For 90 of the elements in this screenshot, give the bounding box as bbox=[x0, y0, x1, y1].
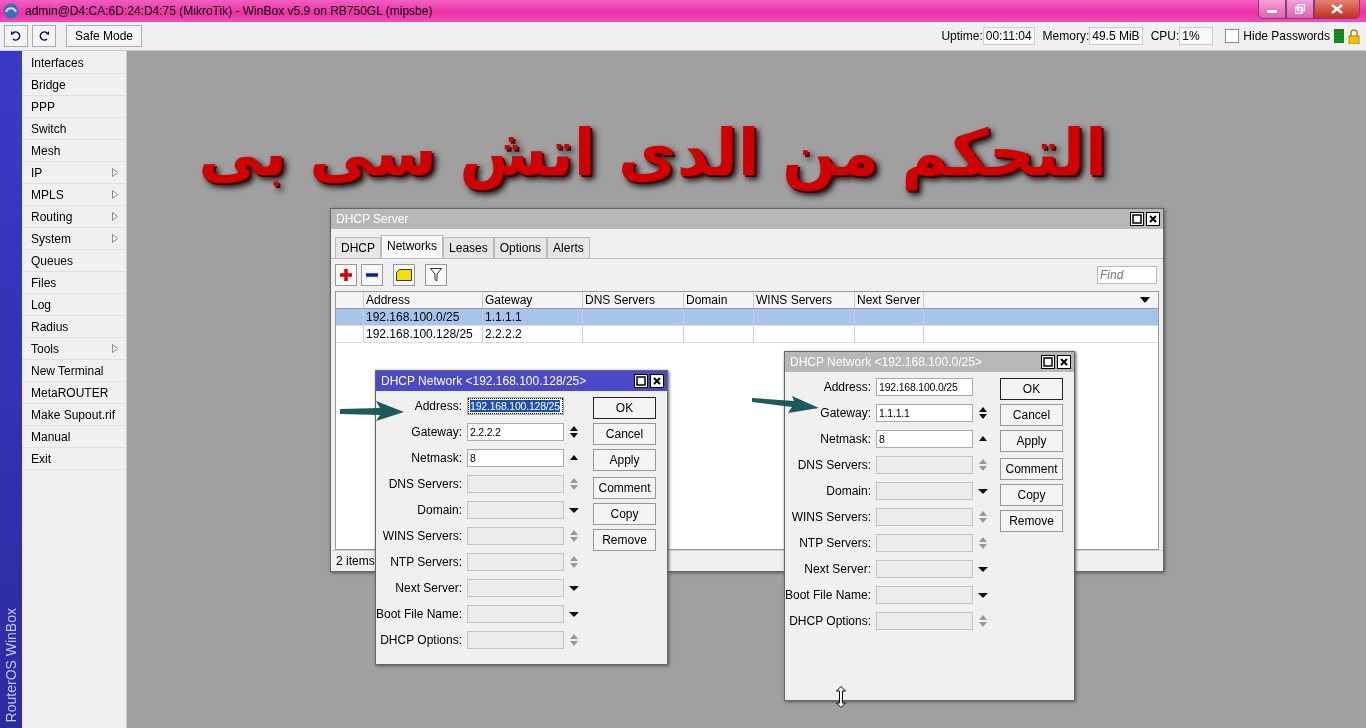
dialog-button[interactable]: Copy bbox=[593, 503, 656, 525]
safe-mode-button[interactable]: Safe Mode bbox=[66, 25, 143, 47]
table-row[interactable]: 192.168.100.0/25 1.1.1.1 bbox=[336, 309, 1158, 326]
caption-overlay: التحكم من الدى اتش سى بى bbox=[197, 115, 1108, 193]
cpu-value: 1% bbox=[1179, 27, 1214, 45]
dialog-button[interactable]: Apply bbox=[593, 449, 656, 471]
dialog-button[interactable]: Comment bbox=[593, 477, 656, 499]
menu-item[interactable]: Log bbox=[22, 294, 126, 316]
dialog-button[interactable]: Copy bbox=[1000, 484, 1063, 506]
field-label: WINS Servers: bbox=[790, 510, 872, 524]
find-field[interactable]: Find bbox=[1097, 266, 1157, 284]
dialog-title: DHCP Server bbox=[336, 212, 409, 226]
tab[interactable]: DHCP bbox=[335, 237, 381, 258]
field-label: NTP Servers: bbox=[389, 555, 463, 569]
dialog-button[interactable]: Remove bbox=[1000, 510, 1063, 532]
dialog-title: DHCP Network <192.168.100.0/25> bbox=[790, 355, 982, 369]
tab[interactable]: Options bbox=[493, 237, 548, 258]
field-label: DHCP Options: bbox=[379, 633, 463, 647]
hide-passwords-label: Hide Passwords bbox=[1243, 29, 1330, 43]
menu-item[interactable]: Queues bbox=[22, 250, 126, 272]
menu-item[interactable]: MPLS bbox=[22, 184, 126, 206]
tab[interactable]: Leases bbox=[443, 237, 494, 258]
dialog-button[interactable]: Remove bbox=[593, 529, 656, 551]
field-label: WINS Servers: bbox=[381, 529, 463, 543]
memory-label: Memory: bbox=[1042, 29, 1090, 43]
uptime-label: Uptime: bbox=[941, 29, 983, 43]
input-field[interactable]: 2.2.2.2 bbox=[467, 423, 564, 441]
field-label: Domain: bbox=[416, 503, 463, 517]
menu-item[interactable]: Tools bbox=[22, 338, 126, 360]
column-header[interactable]: DNS Servers bbox=[583, 292, 684, 308]
menu-item[interactable]: IP bbox=[22, 162, 126, 184]
input-field[interactable]: 1.1.1.1 bbox=[876, 404, 973, 422]
column-header[interactable]: Next Server bbox=[855, 292, 924, 308]
field-label: DNS Servers: bbox=[387, 477, 463, 491]
field-label: Netmask: bbox=[410, 451, 463, 465]
menu-item[interactable]: Mesh bbox=[22, 140, 126, 162]
menu-item[interactable]: Make Supout.rif bbox=[22, 404, 126, 426]
menu-item[interactable]: New Terminal bbox=[22, 360, 126, 382]
field-label: Gateway: bbox=[819, 406, 872, 420]
table-cell: 1.1.1.1 bbox=[483, 309, 583, 325]
table-cell: 192.168.100.0/25 bbox=[364, 309, 483, 325]
field-label: Netmask: bbox=[819, 432, 872, 446]
table-cell: 2.2.2.2 bbox=[483, 326, 583, 342]
cpu-label: CPU: bbox=[1150, 29, 1180, 43]
field-label: Boot File Name: bbox=[785, 588, 873, 602]
column-header[interactable]: Address bbox=[364, 292, 483, 308]
table-row[interactable]: 192.168.100.128/25 2.2.2.2 bbox=[336, 326, 1158, 343]
menu-item[interactable]: Switch bbox=[22, 118, 126, 140]
field-label: Boot File Name: bbox=[376, 607, 464, 621]
menu-item[interactable]: MetaROUTER bbox=[22, 382, 126, 404]
menu-item[interactable]: Files bbox=[22, 272, 126, 294]
window-title: admin@D4:CA:6D:24:D4:75 (MikroTik) - WinBox v5.9 on RB750GL (mipsbe) bbox=[25, 4, 433, 18]
field-label: Address: bbox=[822, 380, 872, 394]
menu-item[interactable]: PPP bbox=[22, 96, 126, 118]
field-label: Next Server: bbox=[803, 562, 872, 576]
dialog-title: DHCP Network <192.168.100.128/25> bbox=[381, 374, 587, 388]
field-label: Address: bbox=[413, 399, 463, 413]
input-field[interactable]: 192.168.100.128/25 bbox=[467, 397, 564, 415]
field-label: NTP Servers: bbox=[798, 536, 872, 550]
dialog-button[interactable]: Cancel bbox=[593, 423, 656, 445]
menu-item[interactable]: Routing bbox=[22, 206, 126, 228]
menu-item[interactable]: Exit bbox=[22, 448, 126, 470]
dialog-button[interactable]: OK bbox=[593, 397, 656, 419]
dialog-button[interactable]: Apply bbox=[1000, 430, 1063, 452]
menu-item[interactable]: Radius bbox=[22, 316, 126, 338]
table-cell: 192.168.100.128/25 bbox=[364, 326, 483, 342]
menu-item[interactable]: Bridge bbox=[22, 74, 126, 96]
uptime-value: 00:11:04 bbox=[982, 27, 1035, 45]
tab[interactable]: Networks bbox=[381, 235, 444, 258]
dialog-button[interactable]: Cancel bbox=[1000, 404, 1063, 426]
brand-text: RouterOS WinBox bbox=[3, 607, 19, 722]
field-label: Next Server: bbox=[394, 581, 463, 595]
dialog-button[interactable]: Comment bbox=[1000, 458, 1063, 480]
menu-item[interactable]: Manual bbox=[22, 426, 126, 448]
status-text: 2 items bbox=[336, 554, 375, 568]
field-label: DHCP Options: bbox=[788, 614, 872, 628]
menu-item[interactable]: System bbox=[22, 228, 126, 250]
field-label: DNS Servers: bbox=[796, 458, 872, 472]
input-field[interactable]: 8 bbox=[467, 449, 564, 467]
field-label: Domain: bbox=[825, 484, 872, 498]
column-header[interactable]: WINS Servers bbox=[754, 292, 855, 308]
tab[interactable]: Alerts bbox=[547, 237, 590, 258]
input-field[interactable]: 192.168.100.0/25 bbox=[876, 378, 973, 396]
menu-item[interactable]: Interfaces bbox=[22, 52, 126, 74]
memory-value: 49.5 MiB bbox=[1089, 27, 1143, 45]
input-field[interactable]: 8 bbox=[876, 430, 973, 448]
column-header[interactable]: Domain bbox=[684, 292, 754, 308]
dialog-button[interactable]: OK bbox=[1000, 378, 1063, 400]
column-header[interactable]: Gateway bbox=[483, 292, 583, 308]
field-label: Gateway: bbox=[410, 425, 463, 439]
